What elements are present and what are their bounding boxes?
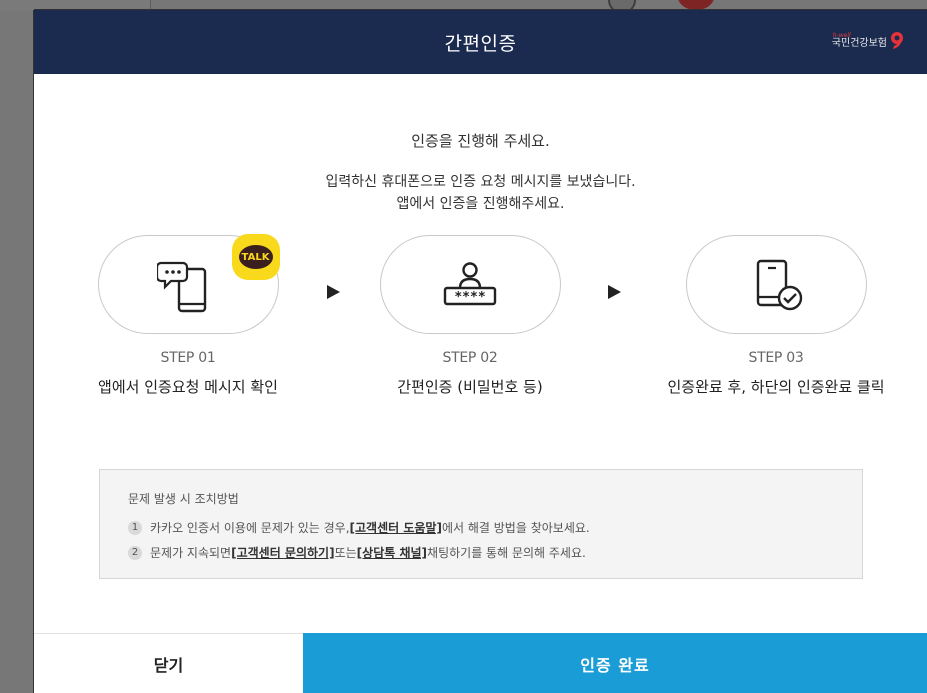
brand-name: 국민건강보험 <box>831 38 887 49</box>
step-arrow-icon <box>327 285 340 299</box>
step-1-label: STEP 01 <box>160 350 216 366</box>
step-2-label: STEP 02 <box>442 350 498 366</box>
item-text: 카카오 인증서 이용에 문제가 있는 경우, <box>150 521 350 535</box>
step-3-desc: 인증완료 후, 하단의 인증완료 클릭 <box>667 378 885 396</box>
modal-title: 간편인증 <box>444 32 517 55</box>
user-password-icon: **** <box>443 261 497 305</box>
intro-title: 인증을 진행해 주세요. <box>411 132 550 150</box>
troubleshooting-item-1: 1 카카오 인증서 이용에 문제가 있는 경우, [고객센터 도움말] 에서 해… <box>128 519 590 536</box>
item-text: 또는 <box>334 546 357 560</box>
step-2-pill: **** <box>379 235 561 334</box>
step-2: **** STEP 02 간편인증 (비밀번호 등) <box>370 235 570 397</box>
step-arrow-icon <box>608 285 621 299</box>
troubleshooting-box: 문제 발생 시 조치방법 1 카카오 인증서 이용에 문제가 있는 경우, [고… <box>99 469 863 579</box>
intro-section: 인증을 진행해 주세요. 입력하신 휴대폰으로 인증 요청 메시지를 보냈습니다… <box>34 130 927 215</box>
brand-mark-icon <box>891 32 903 49</box>
troubleshooting-item-2: 2 문제가 지속되면 [고객센터 문의하기] 또는 [상담톡 채널] 채팅하기를… <box>128 544 586 561</box>
brand-logo: h-well 국민건강보험 <box>832 31 905 51</box>
item-text: 에서 해결 방법을 찾아보세요. <box>441 521 590 535</box>
intro-desc-line2: 앱에서 인증을 진행해주세요. <box>396 196 565 212</box>
step-3-label: STEP 03 <box>748 350 804 366</box>
password-mask: **** <box>454 290 485 305</box>
chat-phone-icon <box>157 261 207 312</box>
step-1: TALK STEP 01 앱에서 인증요청 메시지 확인 <box>88 234 288 397</box>
close-button[interactable]: 닫기 <box>34 633 303 693</box>
step-2-desc: 간편인증 (비밀번호 등) <box>397 378 543 396</box>
step-3: STEP 03 인증완료 후, 하단의 인증완료 클릭 <box>666 235 886 397</box>
backdrop-divider <box>150 0 151 10</box>
kakao-talk-icon: TALK <box>231 234 280 280</box>
backdrop-red-icon <box>678 0 714 10</box>
chat-channel-link[interactable]: [상담톡 채널] <box>357 544 427 561</box>
step-1-desc: 앱에서 인증요청 메시지 확인 <box>98 378 278 396</box>
contact-center-link[interactable]: [고객센터 문의하기] <box>231 544 334 561</box>
intro-desc-line1: 입력하신 휴대폰으로 인증 요청 메시지를 보냈습니다. <box>325 174 636 190</box>
item-text: 문제가 지속되면 <box>150 546 232 560</box>
auth-complete-button[interactable]: 인증 완료 <box>303 633 927 693</box>
step-1-pill: TALK <box>97 234 280 334</box>
backdrop-strip <box>0 0 150 10</box>
help-center-link[interactable]: [고객센터 도움말] <box>350 519 442 536</box>
auth-modal: 간편인증 h-well 국민건강보험 인증을 진행해 주세요. 입력하신 휴대폰… <box>34 10 927 693</box>
talk-badge-label: TALK <box>238 245 273 269</box>
modal-header: 간편인증 h-well 국민건강보험 <box>34 10 927 74</box>
item-text: 채팅하기를 통해 문의해 주세요. <box>427 546 586 560</box>
phone-check-icon <box>756 259 803 310</box>
step-3-pill <box>685 235 867 334</box>
troubleshooting-title: 문제 발생 시 조치방법 <box>128 492 239 506</box>
number-badge: 1 <box>128 520 142 535</box>
intro-description: 입력하신 휴대폰으로 인증 요청 메시지를 보냈습니다. 앱에서 인증을 진행해… <box>34 171 927 215</box>
number-badge: 2 <box>128 545 142 560</box>
